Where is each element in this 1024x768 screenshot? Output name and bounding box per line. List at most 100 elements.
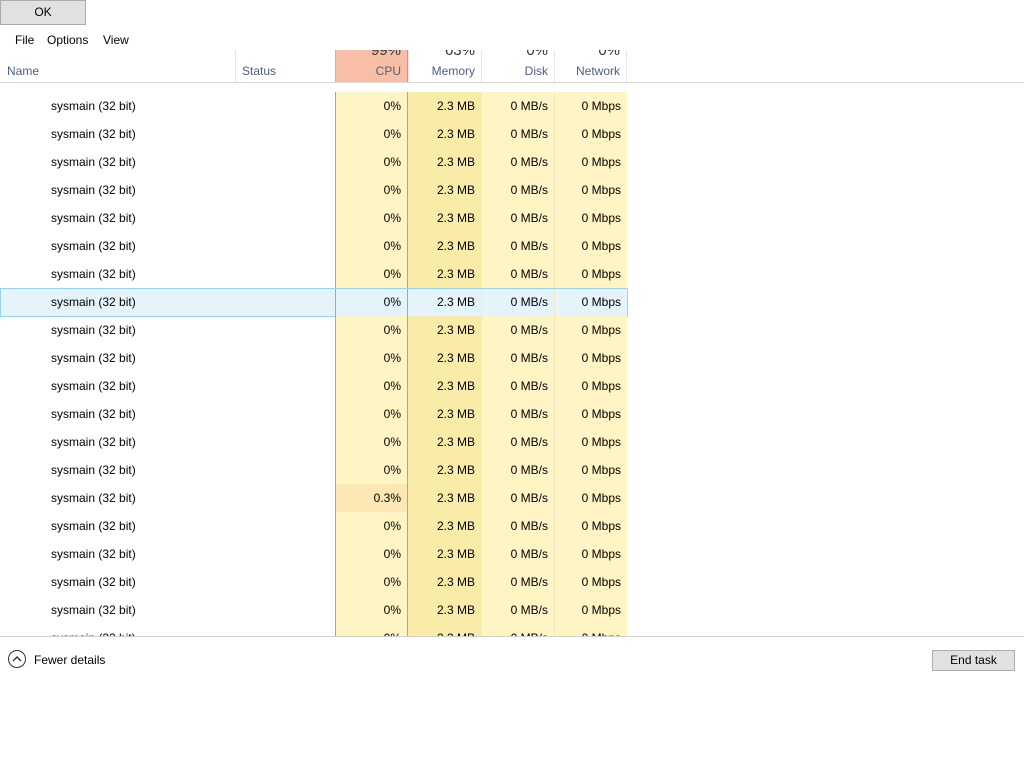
network-value: 0 Mbps [554,148,627,176]
disk-value: 0 MB/s [481,288,554,316]
network-total-percent: 0% [598,50,620,59]
process-name: sysmain (32 bit) [51,267,136,281]
memory-value: 2.3 MB [408,540,481,568]
disk-value: 0 MB/s [481,92,554,120]
cpu-value: 0% [335,568,408,596]
memory-value: 2.3 MB [408,456,481,484]
network-value: 0 Mbps [554,288,627,316]
cpu-value: 0% [335,624,408,636]
process-list[interactable]: sysmain (32 bit) 0% 2.3 MB 0 MB/s 0 Mbps sysm… [0,82,1024,636]
column-status-label: Status [242,64,277,78]
network-value: 0 Mbps [554,596,627,624]
fewer-details-label: Fewer details [34,653,106,667]
cpu-value: 0% [335,596,408,624]
network-value: 0 Mbps [554,484,627,512]
process-name: sysmain (32 bit) [51,624,231,636]
process-name: sysmain (32 bit) [51,351,136,365]
network-value: 0 Mbps [554,316,627,344]
memory-value: 2.3 MB [408,596,481,624]
memory-value: 2.3 MB [408,232,481,260]
column-network[interactable]: 0% Network [554,50,627,82]
column-name[interactable]: Name [0,50,235,82]
network-value: 0 Mbps [554,400,627,428]
column-memory[interactable]: 63% Memory [408,50,481,82]
disk-value: 0 MB/s [481,400,554,428]
column-disk[interactable]: 0% Disk [481,50,554,82]
table-row[interactable]: sysmain (32 bit) 0%2.3 MB0 MB/s0 Mbps [0,120,627,148]
column-cpu[interactable]: 99% CPU [335,50,408,82]
disk-total-percent: 0% [526,50,548,59]
process-name: sysmain (32 bit) [51,603,136,617]
table-row[interactable]: sysmain (32 bit) 0%2.3 MB0 MB/s0 Mbps [0,176,627,204]
cpu-value: 0% [335,316,408,344]
end-task-button[interactable]: End task [932,650,1015,671]
table-row[interactable]: sysmain (32 bit) 0%2.3 MB0 MB/s0 Mbps [0,232,627,260]
network-value: 0 Mbps [554,512,627,540]
ok-button[interactable]: OK [0,0,86,25]
table-row[interactable]: sysmain (32 bit) 0%2.3 MB0 MB/s0 Mbps [0,148,627,176]
table-row[interactable]: sysmain (32 bit) 0%2.3 MB0 MB/s0 Mbps [0,456,627,484]
memory-value: 2.3 MB [408,260,481,288]
table-row[interactable]: sysmain (32 bit) 0%2.3 MB0 MB/s0 Mbps [0,260,627,288]
network-value: 0 Mbps [554,92,627,120]
cpu-value: 0% [335,92,408,120]
memory-value: 2.3 MB [408,344,481,372]
table-row[interactable]: sysmain (32 bit) 0%2.3 MB0 MB/s0 Mbps [0,204,627,232]
divider [0,636,1024,637]
disk-value: 0 MB/s [481,260,554,288]
cpu-value: 0% [335,344,408,372]
network-value: 0 Mbps [554,456,627,484]
table-row[interactable]: sysmain (32 bit) 0%2.3 MB0 MB/s0 Mbps [0,400,627,428]
cpu-value: 0% [335,260,408,288]
table-row[interactable]: sysmain (32 bit) 0%2.3 MB0 MB/s0 Mbps [0,624,627,636]
process-name: sysmain (32 bit) [51,379,136,393]
process-name: sysmain (32 bit) [51,155,136,169]
disk-value: 0 MB/s [481,568,554,596]
table-row[interactable]: sysmain (32 bit) 0%2.3 MB0 MB/s0 Mbps [0,92,627,120]
cpu-value: 0% [335,400,408,428]
column-memory-label: Memory [431,64,475,78]
menu-file[interactable]: File [15,33,34,47]
network-value: 0 Mbps [554,428,627,456]
network-value: 0 Mbps [554,568,627,596]
cpu-value: 0% [335,456,408,484]
network-value: 0 Mbps [554,232,627,260]
memory-value: 2.3 MB [408,372,481,400]
memory-value: 2.3 MB [408,204,481,232]
menu-options[interactable]: Options [47,33,88,47]
table-row[interactable]: sysmain (32 bit) 0%2.3 MB0 MB/s0 Mbps [0,372,627,400]
process-name: sysmain (32 bit) [51,239,136,253]
memory-value: 2.3 MB [408,512,481,540]
menu-view[interactable]: View [103,33,129,47]
disk-value: 0 MB/s [481,176,554,204]
table-row[interactable]: sysmain (32 bit) 0%2.3 MB0 MB/s0 Mbps [0,288,628,317]
process-name: sysmain (32 bit) [51,295,136,309]
table-row[interactable]: sysmain (32 bit) 0%2.3 MB0 MB/s0 Mbps [0,540,627,568]
table-row[interactable]: sysmain (32 bit) 0%2.3 MB0 MB/s0 Mbps [0,568,627,596]
table-row[interactable]: sysmain (32 bit) 0%2.3 MB0 MB/s0 Mbps [0,428,627,456]
disk-value: 0 MB/s [481,512,554,540]
disk-value: 0 MB/s [481,232,554,260]
table-row[interactable]: sysmain (32 bit) 0.3% 2.3 MB 0 MB/s 0 Mbps [0,484,627,512]
cpu-value: 0.3% [335,484,408,512]
cpu-value: 0% [335,204,408,232]
network-value: 0 Mbps [554,344,627,372]
cpu-value: 0% [335,120,408,148]
cpu-value: 0% [335,512,408,540]
memory-value: 2.3 MB [408,316,481,344]
network-value: 0 Mbps [554,204,627,232]
cpu-value: 0% [335,288,408,316]
table-row[interactable]: sysmain (32 bit) 0%2.3 MB0 MB/s0 Mbps [0,512,627,540]
column-status[interactable]: Status [235,50,335,82]
process-name: sysmain (32 bit) [51,211,136,225]
memory-value: 2.3 MB [408,428,481,456]
process-name: sysmain (32 bit) [51,547,136,561]
table-row[interactable]: sysmain (32 bit) 0%2.3 MB0 MB/s0 Mbps [0,596,627,624]
table-row[interactable]: sysmain (32 bit) 0%2.3 MB0 MB/s0 Mbps [0,316,627,344]
network-value: 0 Mbps [554,540,627,568]
process-name: sysmain (32 bit) [51,323,136,337]
column-disk-label: Disk [524,64,548,78]
table-row[interactable]: sysmain (32 bit) 0%2.3 MB0 MB/s0 Mbps [0,344,627,372]
process-name: sysmain (32 bit) [51,463,136,477]
disk-value: 0 MB/s [481,484,554,512]
